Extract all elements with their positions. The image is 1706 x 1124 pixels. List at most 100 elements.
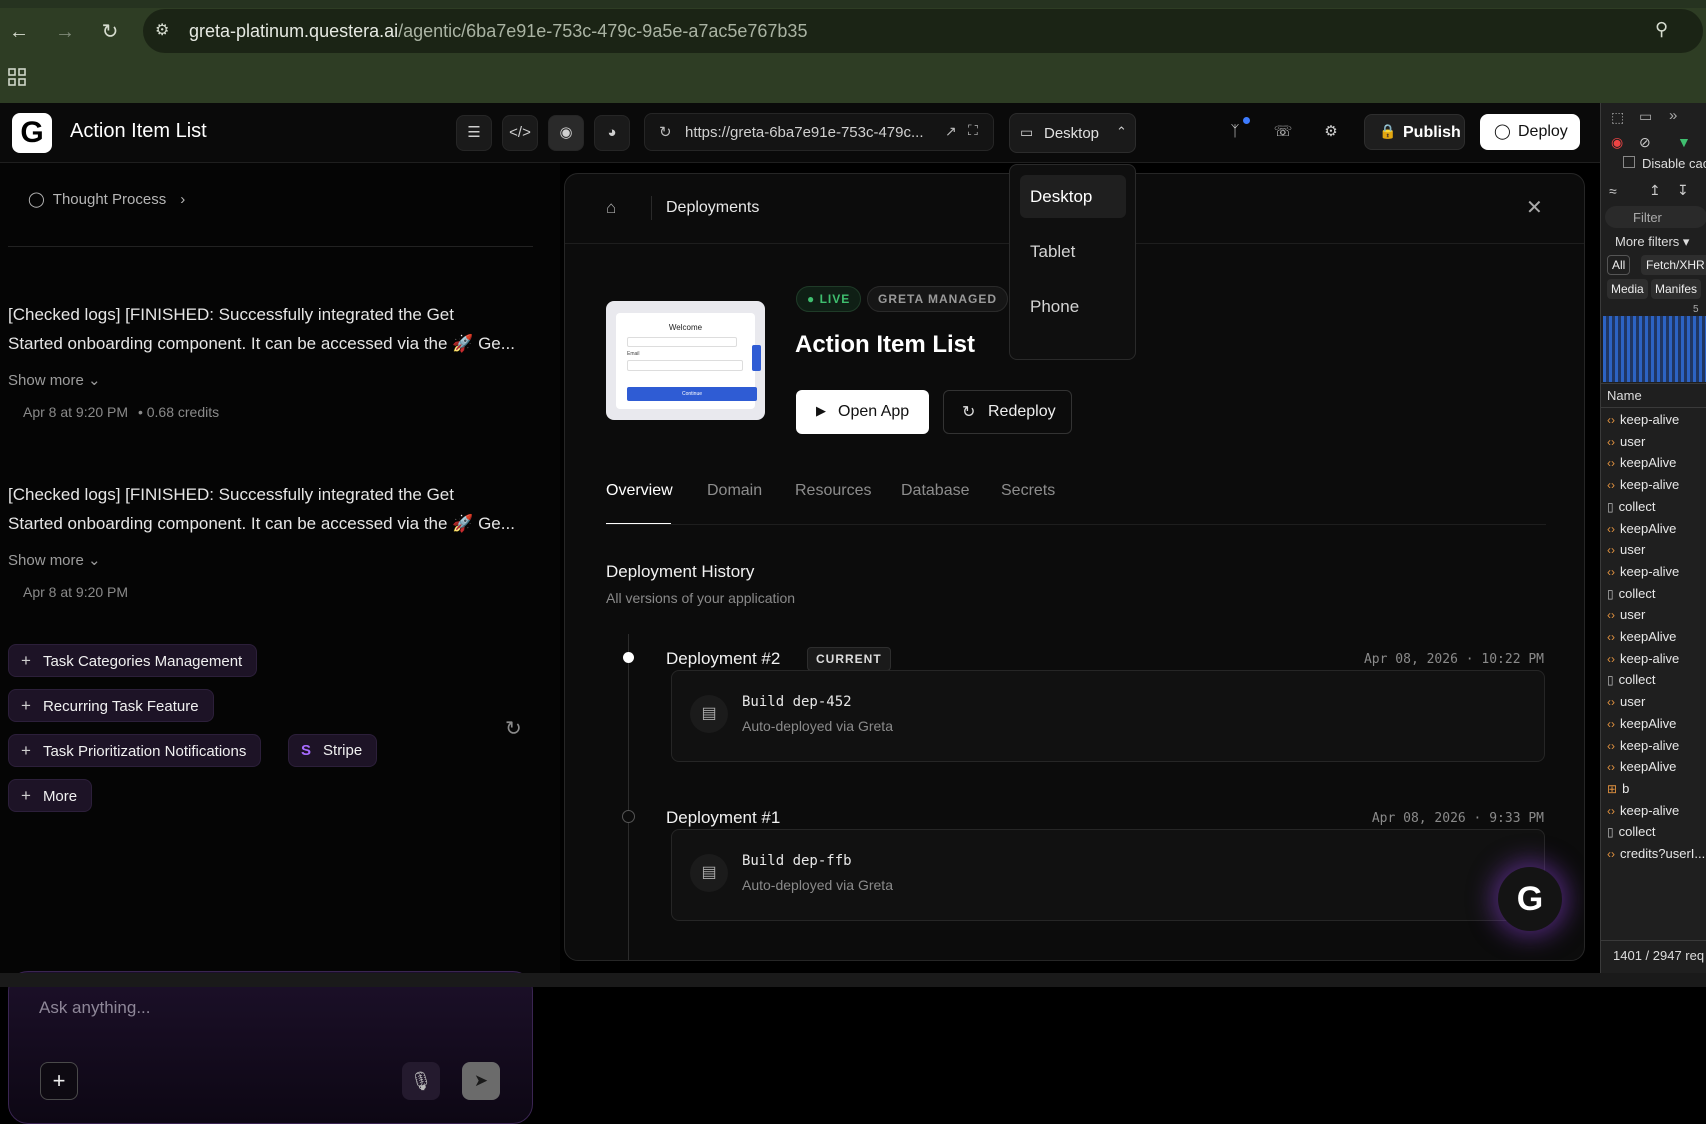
fullscreen-icon[interactable]: ⛶ [968,122,978,139]
thought-process-toggle[interactable]: ◯ Thought Process › [28,190,185,208]
network-timeline[interactable] [1603,316,1706,382]
network-request-row[interactable]: ‹› keep-alive [1607,412,1679,427]
name-column-header[interactable]: Name [1607,388,1642,403]
publish-button[interactable]: 🔒 Publish [1364,114,1465,150]
compose-input[interactable]: Ask anything... [39,998,151,1018]
more-filters-dropdown[interactable]: More filters ▾ [1615,234,1689,250]
home-icon[interactable]: ⌂ [606,198,616,218]
network-request-row[interactable]: ‹› keep-alive [1607,477,1679,492]
preview-reload-icon[interactable]: ↻ [659,123,672,141]
deployment-card[interactable]: ▤ Build dep-452 Auto-deployed via Greta [671,670,1545,762]
app-thumbnail[interactable]: Welcome Email Continue [606,301,765,420]
arrow-right-icon[interactable]: → [51,18,79,46]
filter-input[interactable]: Filter [1605,206,1706,228]
download-icon[interactable]: ↧ [1677,182,1689,199]
lock-icon: 🔒 [1379,123,1397,139]
network-request-row[interactable]: ⊞ b [1607,781,1629,796]
network-request-row[interactable]: ‹› user [1607,694,1645,709]
send-icon[interactable]: ➤ [462,1062,500,1100]
network-request-row[interactable]: ▯ collect [1607,586,1655,601]
record-icon[interactable]: ◉ [1611,134,1623,151]
filter-manifest-chip[interactable]: Manifes [1651,279,1702,299]
fetch-icon: ‹› [1607,608,1615,623]
apps-grid-icon[interactable] [8,68,26,86]
suggestion-chip-stripe[interactable]: S Stripe [288,734,378,767]
deploy-button[interactable]: ◯ Deploy [1480,114,1580,150]
request-name: keepAlive [1620,629,1677,644]
filter-fetch-chip[interactable]: Fetch/XHR [1641,255,1706,275]
refresh-suggestions-icon[interactable]: ↻ [505,716,522,741]
network-request-row[interactable]: ‹› credits?userI... [1607,846,1705,861]
upload-icon[interactable]: ↥ [1649,182,1661,199]
greta-assistant-button[interactable]: G [1498,867,1562,931]
live-dot: ● [807,292,816,306]
code-icon[interactable]: </> [502,115,538,151]
site-settings-icon[interactable]: ⚙ [155,20,169,40]
eye-icon[interactable]: ◉ [548,115,584,151]
network-request-row[interactable]: ‹› user [1607,607,1645,622]
network-request-row[interactable]: ‹› user [1607,434,1645,449]
reload-icon[interactable]: ↻ [96,18,124,46]
script-icon: ⊞ [1607,781,1618,796]
tab-secrets[interactable]: Secrets [1001,482,1055,500]
palette-icon[interactable]: ◕ [594,115,630,151]
device-option-desktop[interactable]: Desktop [1020,175,1126,218]
network-conditions-icon[interactable]: ≈ [1609,183,1617,199]
device-toolbar-icon[interactable]: ▭ [1639,108,1652,125]
plus-icon: + [21,696,31,715]
deployment-card[interactable]: ▤ Build dep-ffb Auto-deployed via Greta [671,829,1545,921]
device-option-phone[interactable]: Phone [1020,285,1126,328]
plus-icon: + [21,651,31,670]
network-request-row[interactable]: ▯ collect [1607,672,1655,687]
filter-media-chip[interactable]: Media [1607,279,1648,299]
device-select[interactable]: ▭ Desktop ⌃ [1009,113,1136,153]
redeploy-button[interactable]: ↻ Redeploy [943,390,1072,434]
more-panels-icon[interactable]: » [1669,107,1677,124]
close-icon[interactable]: ✕ [1526,195,1543,220]
network-request-row[interactable]: ‹› user [1607,542,1645,557]
inspect-icon[interactable]: ⬚ [1611,109,1624,126]
show-more-button[interactable]: Show more ⌄ [8,371,101,389]
arrow-left-icon[interactable]: ← [5,18,33,46]
disable-cache-checkbox[interactable] [1623,156,1635,168]
show-more-button[interactable]: Show more ⌄ [8,551,101,569]
headset-icon[interactable]: ☏ [1265,115,1301,151]
clear-icon[interactable]: ⊘ [1639,134,1651,151]
network-request-row[interactable]: ‹› keepAlive [1607,759,1676,774]
address-bar[interactable]: ⚙ greta-platinum.questera.ai/agentic/6ba… [143,9,1703,53]
tab-overview[interactable]: Overview [606,482,673,500]
more-suggestions-chip[interactable]: + More [8,779,93,812]
filter-funnel-icon[interactable]: ▼ [1677,134,1691,150]
network-request-row[interactable]: ‹› keep-alive [1607,564,1679,579]
network-request-row[interactable]: ‹› keep-alive [1607,738,1679,753]
external-link-icon[interactable]: ↗ [945,123,957,140]
network-request-row[interactable]: ‹› keep-alive [1607,803,1679,818]
build-id: Build dep-452 [742,694,852,710]
preview-url-bar[interactable]: ↻ https://greta-6ba7e91e-753c-479c... ↗ … [644,113,994,151]
database-icon[interactable]: ☰ [456,115,492,151]
network-request-row[interactable]: ‹› keepAlive [1607,716,1676,731]
microphone-icon[interactable]: 🎙 [402,1062,440,1100]
suggestion-chip[interactable]: + Recurring Task Feature [8,689,214,722]
plus-icon: + [21,741,31,760]
chat-panel: ◯ Thought Process › [Checked logs] [FINISH… [0,163,560,1124]
network-request-row[interactable]: ‹› keepAlive [1607,455,1676,470]
device-option-tablet[interactable]: Tablet [1020,230,1126,273]
tab-resources[interactable]: Resources [795,482,871,500]
open-app-button[interactable]: ▶ Open App [796,390,929,434]
network-request-row[interactable]: ‹› keep-alive [1607,651,1679,666]
tab-domain[interactable]: Domain [707,482,762,500]
filter-all-chip[interactable]: All [1607,255,1631,275]
gear-icon[interactable]: ⚙ [1313,115,1349,151]
network-request-row[interactable]: ▯ collect [1607,499,1655,514]
attach-plus-button[interactable]: + [40,1062,78,1100]
greta-logo[interactable]: G [12,113,52,153]
password-key-icon[interactable]: ⚲ [1655,19,1668,40]
suggestion-chip[interactable]: + Task Prioritization Notifications [8,734,262,767]
network-request-row[interactable]: ‹› keepAlive [1607,629,1676,644]
breadcrumb: Deployments [666,199,760,216]
network-request-row[interactable]: ▯ collect [1607,824,1655,839]
network-request-row[interactable]: ‹› keepAlive [1607,521,1676,536]
tab-database[interactable]: Database [901,482,970,500]
suggestion-chip[interactable]: + Task Categories Management [8,644,258,677]
